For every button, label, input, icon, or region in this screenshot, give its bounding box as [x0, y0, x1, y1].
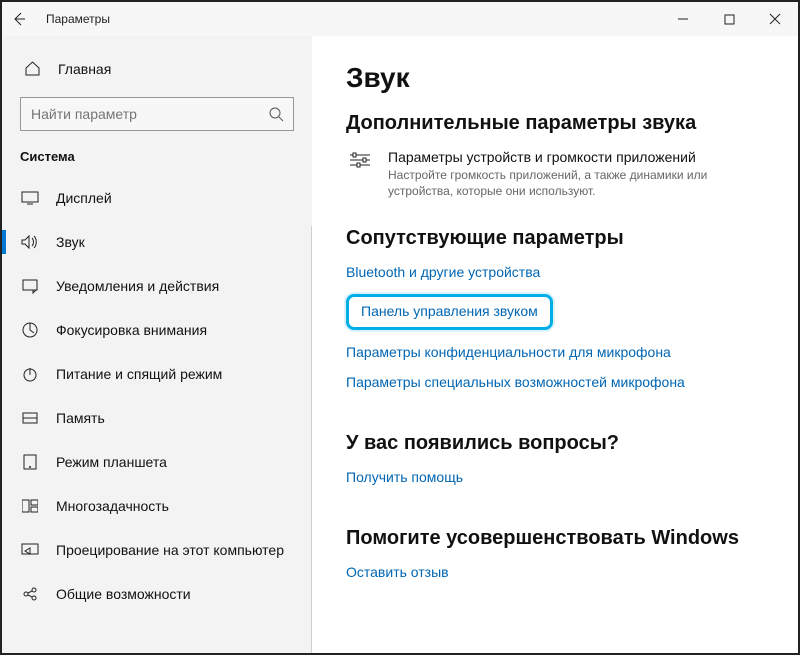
- help-heading: У вас появились вопросы?: [346, 432, 774, 455]
- sidebar-item-shared[interactable]: Общие возможности: [2, 572, 312, 616]
- sidebar-item-projecting[interactable]: Проецирование на этот компьютер: [2, 528, 312, 572]
- notifications-icon: [20, 278, 40, 294]
- display-icon: [20, 191, 40, 205]
- back-button[interactable]: [2, 2, 36, 36]
- power-icon: [20, 366, 40, 382]
- advanced-heading: Дополнительные параметры звука: [346, 112, 774, 135]
- page-title: Звук: [346, 62, 774, 94]
- related-link[interactable]: Bluetooth и другие устройства: [346, 264, 540, 280]
- sidebar: Главная Система Дисплей Звук: [2, 36, 312, 653]
- sidebar-item-label: Дисплей: [56, 190, 112, 206]
- home-label: Главная: [58, 61, 111, 77]
- titlebar: Параметры: [2, 2, 798, 36]
- sidebar-item-label: Уведомления и действия: [56, 278, 219, 294]
- sidebar-item-label: Звук: [56, 234, 85, 250]
- related-link[interactable]: Параметры конфиденциальности для микрофо…: [346, 344, 671, 360]
- minimize-button[interactable]: [660, 2, 706, 36]
- sidebar-group-label: Система: [2, 149, 312, 176]
- home-link[interactable]: Главная: [2, 54, 312, 83]
- sidebar-item-tablet[interactable]: Режим планшета: [2, 440, 312, 484]
- sidebar-item-focus[interactable]: Фокусировка внимания: [2, 308, 312, 352]
- help-section: У вас появились вопросы? Получить помощь: [346, 432, 774, 499]
- related-links: Bluetooth и другие устройства Панель упра…: [346, 264, 774, 404]
- storage-icon: [20, 410, 40, 426]
- device-card-title: Параметры устройств и громкости приложен…: [388, 149, 748, 165]
- sidebar-item-notifications[interactable]: Уведомления и действия: [2, 264, 312, 308]
- search-icon: [259, 98, 293, 130]
- sidebar-nav: Дисплей Звук Уведомления и действия Фоку…: [2, 176, 312, 653]
- related-section: Сопутствующие параметры Bluetooth и друг…: [346, 227, 774, 404]
- multitask-icon: [20, 499, 40, 513]
- sidebar-item-label: Общие возможности: [56, 586, 191, 602]
- projecting-icon: [20, 543, 40, 557]
- settings-window: Параметры Главная: [0, 0, 800, 655]
- sidebar-item-label: Режим планшета: [56, 454, 167, 470]
- search-box[interactable]: [20, 97, 294, 131]
- related-link[interactable]: Параметры специальных возможностей микро…: [346, 374, 685, 390]
- sidebar-item-sound[interactable]: Звук: [2, 220, 312, 264]
- device-card-subtitle: Настройте громкость приложений, а также …: [388, 167, 748, 199]
- feedback-heading: Помогите усовершенствовать Windows: [346, 527, 774, 550]
- sidebar-item-label: Память: [56, 410, 105, 426]
- feedback-section: Помогите усовершенствовать Windows Остав…: [346, 527, 774, 594]
- highlighted-link[interactable]: Панель управления звуком: [346, 294, 553, 330]
- sidebar-item-storage[interactable]: Память: [2, 396, 312, 440]
- sidebar-item-display[interactable]: Дисплей: [2, 176, 312, 220]
- arrow-left-icon: [11, 11, 27, 27]
- sidebar-item-label: Фокусировка внимания: [56, 322, 207, 338]
- sidebar-item-label: Проецирование на этот компьютер: [56, 542, 284, 558]
- close-button[interactable]: [752, 2, 798, 36]
- advanced-section: Дополнительные параметры звука Параметры…: [346, 112, 774, 199]
- window-title: Параметры: [46, 12, 110, 26]
- tablet-icon: [20, 454, 40, 470]
- sidebar-item-power[interactable]: Питание и спящий режим: [2, 352, 312, 396]
- home-icon: [22, 60, 42, 77]
- focus-icon: [20, 322, 40, 338]
- sound-icon: [20, 234, 40, 250]
- search-input[interactable]: [21, 106, 259, 122]
- maximize-button[interactable]: [706, 2, 752, 36]
- device-volume-card[interactable]: Параметры устройств и громкости приложен…: [346, 149, 774, 199]
- feedback-link[interactable]: Оставить отзыв: [346, 564, 449, 580]
- related-heading: Сопутствующие параметры: [346, 227, 774, 250]
- sidebar-item-label: Многозадачность: [56, 498, 169, 514]
- main-content: Звук Дополнительные параметры звука Пара…: [312, 36, 798, 653]
- sidebar-item-label: Питание и спящий режим: [56, 366, 222, 382]
- minimize-icon: [677, 13, 689, 25]
- get-help-link[interactable]: Получить помощь: [346, 469, 463, 485]
- close-icon: [769, 13, 781, 25]
- shared-icon: [20, 586, 40, 602]
- related-link[interactable]: Панель управления звуком: [361, 303, 538, 319]
- sidebar-item-multitask[interactable]: Многозадачность: [2, 484, 312, 528]
- maximize-icon: [724, 14, 735, 25]
- sliders-icon: [346, 149, 374, 169]
